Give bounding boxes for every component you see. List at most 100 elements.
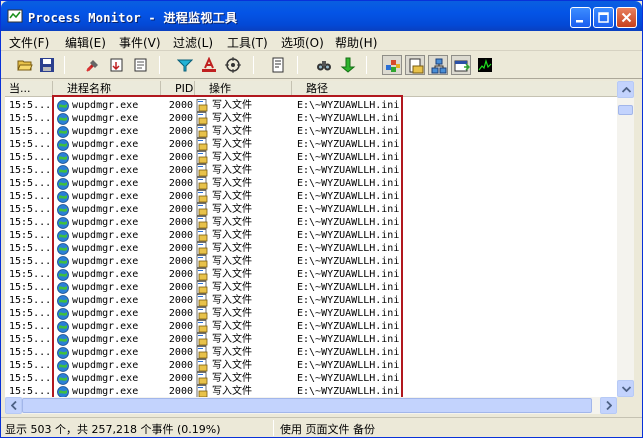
column-header-operation[interactable]: 操作 bbox=[195, 81, 292, 97]
scroll-up-button[interactable] bbox=[617, 81, 634, 98]
toolbar-separator bbox=[64, 56, 65, 74]
table-row[interactable]: 15:5... wupdmgr.exe 2000 写入文件 E:\~WYZUAWLLH.… bbox=[5, 190, 617, 203]
open-button[interactable] bbox=[15, 55, 35, 75]
highlight-icon bbox=[202, 57, 216, 72]
menu-file[interactable]: 文件(F) bbox=[9, 34, 49, 51]
file-operation-icon bbox=[196, 333, 208, 346]
event-time: 15:5... bbox=[9, 295, 51, 306]
scroll-right-button[interactable] bbox=[600, 397, 617, 414]
file-operation-icon bbox=[196, 138, 208, 151]
scroll-left-button[interactable] bbox=[5, 397, 22, 414]
menu-tools[interactable]: 工具(T) bbox=[227, 34, 268, 51]
show-process-thread-button[interactable] bbox=[451, 55, 471, 75]
table-row[interactable]: 15:5... wupdmgr.exe 2000 写入文件 E:\~WYZUAWLLH.… bbox=[5, 164, 617, 177]
event-operation: 写入文件 bbox=[212, 295, 252, 306]
table-row[interactable]: 15:5... wupdmgr.exe 2000 写入文件 E:\~WYZUAWLLH.… bbox=[5, 372, 617, 385]
file-operation-icon bbox=[196, 177, 208, 190]
horizontal-scroll-thumb[interactable] bbox=[22, 398, 592, 413]
process-globe-icon bbox=[57, 126, 69, 138]
show-network-button[interactable] bbox=[428, 55, 448, 75]
table-row[interactable]: 15:5... wupdmgr.exe 2000 写入文件 E:\~WYZUAWLLH.… bbox=[5, 125, 617, 138]
vertical-scrollbar[interactable] bbox=[617, 81, 634, 397]
horizontal-scrollbar[interactable] bbox=[5, 397, 617, 414]
table-row[interactable]: 15:5... wupdmgr.exe 2000 写入文件 E:\~WYZUAWLLH.… bbox=[5, 177, 617, 190]
file-operation-icon bbox=[196, 99, 208, 112]
menu-options[interactable]: 选项(O) bbox=[281, 34, 324, 51]
event-time: 15:5... bbox=[9, 100, 51, 111]
process-globe-icon bbox=[57, 152, 69, 164]
scroll-down-button[interactable] bbox=[617, 380, 634, 397]
clear-button[interactable] bbox=[83, 55, 103, 75]
close-button[interactable] bbox=[616, 7, 637, 28]
find-button[interactable] bbox=[314, 55, 334, 75]
column-header-path[interactable]: 路径 bbox=[292, 81, 617, 97]
table-row[interactable]: 15:5... wupdmgr.exe 2000 写入文件 E:\~WYZUAWLLH.… bbox=[5, 294, 617, 307]
column-header-time[interactable]: 当... bbox=[5, 81, 53, 97]
event-time: 15:5... bbox=[9, 139, 51, 150]
event-operation: 写入文件 bbox=[212, 373, 252, 384]
event-time: 15:5... bbox=[9, 204, 51, 215]
table-row[interactable]: 15:5... wupdmgr.exe 2000 写入文件 E:\~WYZUAWLLH.… bbox=[5, 359, 617, 372]
file-operation-icon bbox=[196, 320, 208, 333]
event-time: 15:5... bbox=[9, 165, 51, 176]
process-globe-icon bbox=[57, 360, 69, 372]
event-process-name: wupdmgr.exe bbox=[72, 113, 139, 124]
file-system-icon bbox=[409, 58, 424, 74]
menu-help[interactable]: 帮助(H) bbox=[335, 34, 377, 51]
vertical-scroll-thumb[interactable] bbox=[618, 105, 633, 115]
toolbar-separator bbox=[253, 56, 254, 74]
autoscroll-button[interactable] bbox=[107, 55, 127, 75]
maximize-button[interactable] bbox=[593, 7, 614, 28]
capture-button[interactable] bbox=[131, 55, 151, 75]
event-time: 15:5... bbox=[9, 269, 51, 280]
jump-button[interactable] bbox=[338, 55, 358, 75]
menu-event[interactable]: 事件(V) bbox=[119, 34, 161, 51]
event-path: E:\~WYZUAWLLH.ini bbox=[297, 321, 399, 332]
table-row[interactable]: 15:5... wupdmgr.exe 2000 写入文件 E:\~WYZUAWLLH.… bbox=[5, 268, 617, 281]
table-row[interactable]: 15:5... wupdmgr.exe 2000 写入文件 E:\~WYZUAWLLH.… bbox=[5, 216, 617, 229]
title-bar[interactable]: Process Monitor - 进程监视工具 bbox=[1, 1, 642, 31]
table-row[interactable]: 15:5... wupdmgr.exe 2000 写入文件 E:\~WYZUAWLLH.… bbox=[5, 138, 617, 151]
table-row[interactable]: 15:5... wupdmgr.exe 2000 写入文件 E:\~WYZUAWLLH.… bbox=[5, 99, 617, 112]
highlight-button[interactable] bbox=[199, 55, 219, 75]
event-time: 15:5... bbox=[9, 308, 51, 319]
event-operation: 写入文件 bbox=[212, 113, 252, 124]
table-row[interactable]: 15:5... wupdmgr.exe 2000 写入文件 E:\~WYZUAWLLH.… bbox=[5, 385, 617, 397]
table-row[interactable]: 15:5... wupdmgr.exe 2000 写入文件 E:\~WYZUAWLLH.… bbox=[5, 112, 617, 125]
column-header-pid[interactable]: PID bbox=[161, 81, 195, 97]
jump-icon bbox=[340, 57, 356, 73]
show-file-system-button[interactable] bbox=[405, 55, 425, 75]
process-tree-button[interactable] bbox=[268, 55, 288, 75]
table-row[interactable]: 15:5... wupdmgr.exe 2000 写入文件 E:\~WYZUAWLLH.… bbox=[5, 229, 617, 242]
table-row[interactable]: 15:5... wupdmgr.exe 2000 写入文件 E:\~WYZUAWLLH.… bbox=[5, 255, 617, 268]
table-row[interactable]: 15:5... wupdmgr.exe 2000 写入文件 E:\~WYZUAWLLH.… bbox=[5, 203, 617, 216]
event-time: 15:5... bbox=[9, 256, 51, 267]
table-row[interactable]: 15:5... wupdmgr.exe 2000 写入文件 E:\~WYZUAWLLH.… bbox=[5, 307, 617, 320]
target-button[interactable] bbox=[223, 55, 243, 75]
show-profiling-button[interactable] bbox=[475, 55, 495, 75]
save-button[interactable] bbox=[37, 55, 57, 75]
minimize-icon bbox=[576, 20, 583, 23]
table-row[interactable]: 15:5... wupdmgr.exe 2000 写入文件 E:\~WYZUAWLLH.… bbox=[5, 333, 617, 346]
target-icon bbox=[225, 57, 241, 73]
event-path: E:\~WYZUAWLLH.ini bbox=[297, 126, 399, 137]
table-row[interactable]: 15:5... wupdmgr.exe 2000 写入文件 E:\~WYZUAWLLH.… bbox=[5, 346, 617, 359]
column-header-process[interactable]: 进程名称 bbox=[53, 81, 161, 97]
event-list[interactable]: 15:5... wupdmgr.exe 2000 写入文件 E:\~WYZUAWLLH.… bbox=[5, 97, 617, 397]
process-globe-icon bbox=[57, 386, 69, 397]
table-row[interactable]: 15:5... wupdmgr.exe 2000 写入文件 E:\~WYZUAWLLH.… bbox=[5, 151, 617, 164]
event-path: E:\~WYZUAWLLH.ini bbox=[297, 308, 399, 319]
minimize-button[interactable] bbox=[570, 7, 591, 28]
table-row[interactable]: 15:5... wupdmgr.exe 2000 写入文件 E:\~WYZUAWLLH.… bbox=[5, 242, 617, 255]
maximize-icon bbox=[598, 12, 609, 23]
event-operation: 写入文件 bbox=[212, 152, 252, 163]
event-pid: 2000 bbox=[168, 256, 193, 267]
table-row[interactable]: 15:5... wupdmgr.exe 2000 写入文件 E:\~WYZUAWLLH.… bbox=[5, 281, 617, 294]
event-process-name: wupdmgr.exe bbox=[72, 360, 139, 371]
table-row[interactable]: 15:5... wupdmgr.exe 2000 写入文件 E:\~WYZUAWLLH.… bbox=[5, 320, 617, 333]
filter-button[interactable] bbox=[175, 55, 195, 75]
menu-filter[interactable]: 过滤(L) bbox=[173, 34, 213, 51]
process-thread-icon bbox=[454, 60, 470, 72]
menu-edit[interactable]: 编辑(E) bbox=[65, 34, 106, 51]
show-registry-button[interactable] bbox=[382, 55, 402, 75]
